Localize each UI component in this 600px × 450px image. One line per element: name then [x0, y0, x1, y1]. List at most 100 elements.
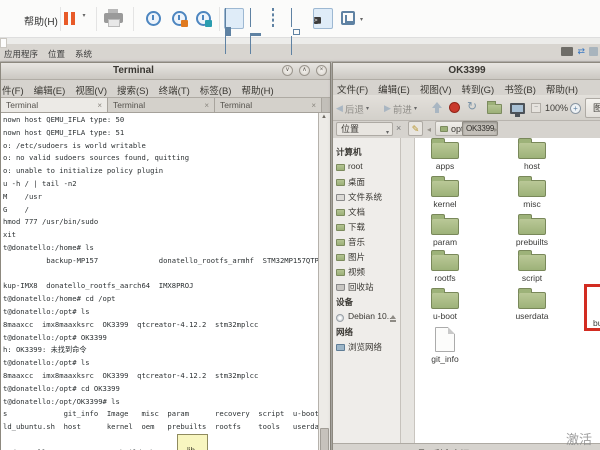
- file-grid[interactable]: bu apps host kernel misc param prebuilts rootf…: [415, 138, 600, 443]
- sidebar-item-Debian 10...[interactable]: Debian 10...: [333, 311, 400, 326]
- fm-menu-item[interactable]: 视图(V): [420, 82, 452, 96]
- terminal-toggle-button[interactable]: >_: [313, 8, 333, 29]
- disc-icon: [336, 314, 344, 322]
- sidebar-item-文档[interactable]: 文档: [333, 206, 400, 221]
- guest-menu-应用程序[interactable]: 应用程序: [4, 48, 38, 60]
- stop-button[interactable]: [449, 102, 460, 113]
- terminal-content[interactable]: nown host QEMU_IFLA type: 50nown host QE…: [1, 113, 330, 450]
- places-selector[interactable]: 位置 ▾: [336, 122, 393, 136]
- file-item-prebuilts[interactable]: prebuilts: [500, 213, 564, 247]
- terminal-menu-item[interactable]: 帮助(H): [241, 83, 273, 97]
- fm-menu-item[interactable]: 文件(F): [337, 82, 368, 96]
- file-manager-titlebar[interactable]: OK3399: [333, 63, 600, 80]
- file-item-kernel[interactable]: kernel: [415, 175, 477, 209]
- edit-location-button[interactable]: ✎: [408, 121, 423, 136]
- keyboard-tray-icon[interactable]: [561, 47, 573, 56]
- split-view-button[interactable]: [224, 8, 244, 29]
- printer-icon[interactable]: [104, 13, 123, 23]
- tab-close-icon[interactable]: ×: [311, 101, 316, 110]
- highlighted-file-label[interactable]: bu: [593, 318, 600, 328]
- file-item-userdata[interactable]: userdata: [500, 287, 564, 321]
- fm-menu-item[interactable]: 书签(B): [504, 82, 536, 96]
- file-item-script[interactable]: script: [500, 249, 564, 283]
- terminal-scrollbar[interactable]: ▲: [318, 113, 330, 450]
- tray-icon[interactable]: [589, 47, 598, 56]
- folder-icon: [336, 224, 345, 231]
- guest-menu-位置[interactable]: 位置: [48, 48, 65, 60]
- file-item-u-boot[interactable]: u-boot: [415, 287, 477, 321]
- snapshot-take-icon[interactable]: [196, 11, 211, 26]
- history-clock-icon[interactable]: [146, 11, 161, 26]
- scroll-up-icon[interactable]: ▲: [321, 114, 327, 120]
- refresh-icon[interactable]: ↻: [467, 99, 477, 113]
- terminal-menu-item[interactable]: 编辑(E): [34, 83, 66, 97]
- chevron-down-icon[interactable]: ▾: [414, 105, 417, 112]
- eject-icon[interactable]: [390, 315, 396, 319]
- file-item-apps[interactable]: apps: [415, 138, 477, 171]
- terminal-titlebar[interactable]: Terminal ∨ ∧ ×: [1, 63, 330, 80]
- chevron-down-icon[interactable]: ▾: [82, 13, 85, 19]
- sidebar-item-回收站[interactable]: 回收站: [333, 281, 400, 296]
- maximize-button[interactable]: ∧: [299, 65, 310, 76]
- terminal-menu-item[interactable]: 件(F): [2, 83, 24, 97]
- terminal-tab[interactable]: Terminal×: [1, 98, 108, 112]
- terminal-menu-item[interactable]: 视图(V): [75, 83, 107, 97]
- sidebar-item-文件系统[interactable]: 文件系统: [333, 191, 400, 206]
- zoom-in-button[interactable]: +: [570, 103, 581, 114]
- network-tray-icon[interactable]: ⇄: [577, 47, 585, 56]
- sidebar-scrollbar[interactable]: [401, 138, 415, 443]
- folder-icon: [431, 254, 459, 271]
- help-menu[interactable]: 帮助(H): [24, 13, 58, 28]
- fullscreen-button[interactable]: [271, 8, 291, 29]
- terminal-title: Terminal: [113, 65, 154, 76]
- file-item-host[interactable]: host: [500, 138, 564, 171]
- up-icon[interactable]: [435, 108, 439, 113]
- folder-icon: [336, 209, 345, 216]
- terminal-menu-item[interactable]: 终端(T): [159, 83, 190, 97]
- terminal-tab[interactable]: Terminal×: [215, 98, 322, 112]
- bottom-panel-button[interactable]: [249, 8, 269, 29]
- breadcrumb-ok3399[interactable]: OK3399: [462, 121, 498, 136]
- guest-menu-系统[interactable]: 系统: [75, 48, 92, 60]
- scrollbar-thumb[interactable]: [320, 428, 329, 450]
- fm-menu-item[interactable]: 编辑(E): [378, 82, 410, 96]
- back-button[interactable]: ◀ 后退 ▾: [336, 99, 369, 118]
- pause-button[interactable]: ▾: [64, 12, 85, 30]
- fm-menu-item[interactable]: 帮助(H): [546, 82, 578, 96]
- sidebar-item-下载[interactable]: 下载: [333, 221, 400, 236]
- sidebar-item-root[interactable]: root: [333, 161, 400, 176]
- fm-menu-item[interactable]: 转到(G): [461, 82, 494, 96]
- sidebar-item-桌面[interactable]: 桌面: [333, 176, 400, 191]
- chevron-down-icon[interactable]: ▾: [360, 16, 363, 23]
- completion-tooltip: lib: [177, 434, 208, 450]
- file-item-rootfs[interactable]: rootfs: [415, 249, 477, 283]
- file-item-param[interactable]: param: [415, 213, 477, 247]
- sidebar-item-视频[interactable]: 视频: [333, 266, 400, 281]
- terminal-line: hmod 777 /usr/bin/sudo: [3, 216, 330, 229]
- computer-icon[interactable]: [510, 103, 525, 114]
- file-item-git_info[interactable]: git_info: [415, 325, 477, 364]
- chevron-down-icon[interactable]: ▾: [366, 105, 369, 112]
- file-item-misc[interactable]: misc: [500, 175, 564, 209]
- sidebar-item-音乐[interactable]: 音乐: [333, 236, 400, 251]
- fit-window-button[interactable]: [290, 8, 310, 29]
- snapshot-restore-icon[interactable]: [172, 11, 187, 26]
- breadcrumb-scroll-left[interactable]: ◂: [427, 125, 431, 134]
- minimize-button[interactable]: ∨: [282, 65, 293, 76]
- tab-close-icon[interactable]: ×: [97, 101, 102, 110]
- zoom-out-button[interactable]: −: [531, 103, 541, 113]
- terminal-menu-item[interactable]: 搜索(S): [117, 83, 149, 97]
- sidebar-item-图片[interactable]: 图片: [333, 251, 400, 266]
- terminal-menu-item[interactable]: 标签(B): [200, 83, 232, 97]
- close-button[interactable]: ×: [316, 65, 327, 76]
- tab-close-icon[interactable]: ×: [204, 101, 209, 110]
- folder-icon: [440, 126, 448, 132]
- close-icon[interactable]: ×: [396, 123, 401, 133]
- terminal-tab[interactable]: Terminal×: [108, 98, 215, 112]
- home-folder-icon[interactable]: [487, 104, 502, 114]
- resize-display-icon[interactable]: [341, 11, 355, 25]
- view-mode-button[interactable]: 图标视图: [585, 98, 600, 118]
- breadcrumb-scroll-right[interactable]: ▸: [494, 125, 498, 134]
- forward-button[interactable]: ▶ 前进 ▾: [384, 99, 417, 118]
- sidebar-item-浏览网络[interactable]: 浏览网络: [333, 341, 400, 356]
